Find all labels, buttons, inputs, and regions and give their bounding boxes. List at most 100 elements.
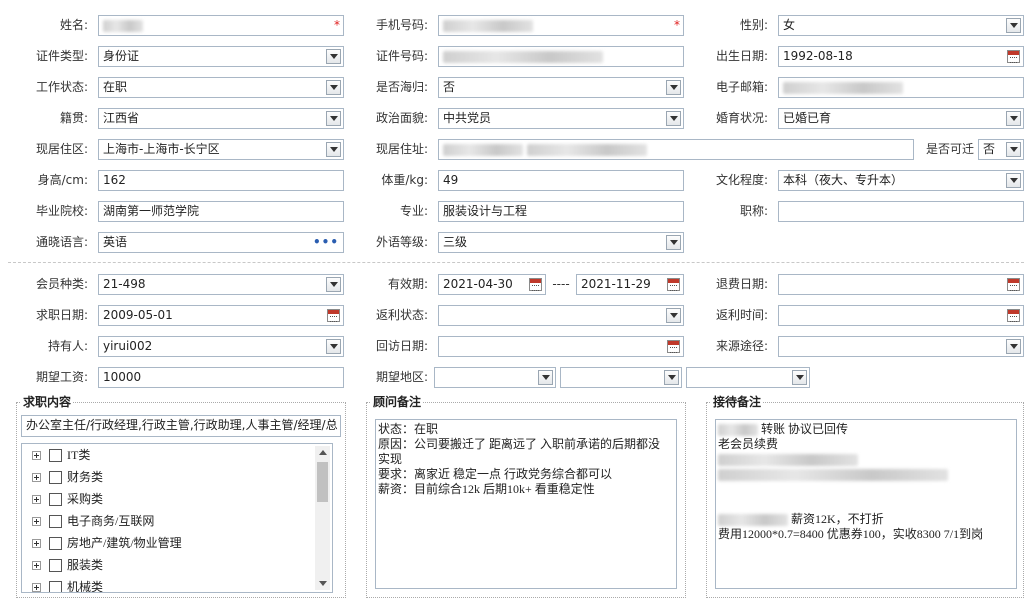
expand-icon[interactable]: [32, 516, 41, 526]
email-field[interactable]: [778, 77, 1024, 98]
reception-notes-title: 接待备注: [711, 395, 764, 409]
tree-item[interactable]: IT类: [32, 446, 90, 464]
major-field[interactable]: 服装设计与工程: [438, 201, 684, 222]
returnee-label: 是否海归:: [375, 80, 428, 94]
chevron-down-icon[interactable]: [666, 111, 681, 126]
title-field[interactable]: [778, 201, 1024, 222]
tree-item[interactable]: 采购类: [32, 490, 103, 508]
chevron-down-icon[interactable]: [326, 339, 341, 354]
chevron-down-icon[interactable]: [1006, 173, 1021, 188]
valid-to-field[interactable]: 2021-11-29: [576, 274, 684, 295]
reception-notes-textarea[interactable]: 转账 协议已回传 老会员续费 薪资12K，不打折 费用12000*0.7=840…: [715, 419, 1017, 589]
native-place-select[interactable]: 江西省: [98, 108, 344, 129]
checkbox[interactable]: [49, 448, 62, 462]
chevron-down-icon[interactable]: [1006, 339, 1021, 354]
calendar-icon[interactable]: [327, 309, 340, 322]
valid-from-field[interactable]: 2021-04-30: [438, 274, 546, 295]
region-province-select[interactable]: [434, 367, 556, 388]
expand-icon[interactable]: [32, 494, 41, 504]
lang-level-select[interactable]: 三级: [438, 232, 684, 253]
chevron-down-icon[interactable]: [538, 370, 553, 385]
rebate-time-field[interactable]: [778, 305, 1024, 326]
gender-label: 性别:: [739, 18, 768, 32]
chevron-down-icon[interactable]: [792, 370, 807, 385]
checkbox[interactable]: [49, 580, 62, 592]
school-field[interactable]: 湖南第一师范学院: [98, 201, 344, 222]
calendar-icon[interactable]: [529, 278, 542, 291]
chevron-down-icon[interactable]: [326, 80, 341, 95]
job-summary-field[interactable]: 办公室主任/行政经理,行政主管,行政助理,人事主管/经理/总: [21, 415, 341, 437]
name-field[interactable]: *: [98, 15, 344, 36]
tree-item[interactable]: 机械类: [32, 578, 103, 592]
visit-date-field[interactable]: [438, 336, 684, 357]
chevron-down-icon[interactable]: [666, 308, 681, 323]
expand-icon[interactable]: [32, 538, 41, 548]
major-label: 专业:: [399, 204, 428, 218]
vertical-scrollbar[interactable]: [315, 446, 330, 590]
chevron-down-icon[interactable]: [1006, 142, 1021, 157]
weight-field[interactable]: 49: [438, 170, 684, 191]
returnee-select[interactable]: 否: [438, 77, 684, 98]
work-status-select[interactable]: 在职: [98, 77, 344, 98]
expand-icon[interactable]: [32, 560, 41, 570]
height-field[interactable]: 162: [98, 170, 344, 191]
region-city-select[interactable]: [560, 367, 682, 388]
job-content-panel: 求职内容 办公室主任/行政经理,行政主管,行政助理,人事主管/经理/总 IT类 …: [16, 395, 346, 598]
job-date-field[interactable]: 2009-05-01: [98, 305, 344, 326]
required-mark: *: [334, 18, 340, 32]
language-field[interactable]: 英语 •••: [98, 232, 344, 253]
tree-item[interactable]: 服装类: [32, 556, 103, 574]
residence-area-select[interactable]: 上海市-上海市-长宁区: [98, 139, 344, 160]
chevron-down-icon[interactable]: [666, 235, 681, 250]
tree-item[interactable]: 电子商务/互联网: [32, 512, 154, 530]
calendar-icon[interactable]: [1007, 278, 1020, 291]
calendar-icon[interactable]: [1007, 309, 1020, 322]
chevron-down-icon[interactable]: [326, 277, 341, 292]
checkbox[interactable]: [49, 536, 62, 550]
advisor-notes-textarea[interactable]: 状态：在职 原因：公司要搬迁了 距离远了 入职前承诺的后期都没 实现 要求：离家…: [375, 419, 677, 589]
calendar-icon[interactable]: [667, 340, 680, 353]
scroll-up-icon[interactable]: [319, 450, 327, 455]
chevron-down-icon[interactable]: [326, 111, 341, 126]
checkbox[interactable]: [49, 558, 62, 572]
education-select[interactable]: 本科（夜大、专升本）: [778, 170, 1024, 191]
phone-field[interactable]: *: [438, 15, 684, 36]
rebate-status-select[interactable]: [438, 305, 684, 326]
gender-select[interactable]: 女: [778, 15, 1024, 36]
address-field[interactable]: [438, 139, 914, 160]
holder-select[interactable]: yirui002: [98, 336, 344, 357]
region-district-select[interactable]: [686, 367, 810, 388]
chevron-down-icon[interactable]: [326, 142, 341, 157]
checkbox[interactable]: [49, 492, 62, 506]
chevron-down-icon[interactable]: [1006, 111, 1021, 126]
member-type-select[interactable]: 21-498: [98, 274, 344, 295]
chevron-down-icon[interactable]: [664, 370, 679, 385]
redacted-address: [443, 143, 523, 156]
chevron-down-icon[interactable]: [326, 49, 341, 64]
calendar-icon[interactable]: [667, 278, 680, 291]
relocate-select[interactable]: 否: [978, 139, 1024, 160]
marital-select[interactable]: 已婚已育: [778, 108, 1024, 129]
id-number-field[interactable]: [438, 46, 684, 67]
chevron-down-icon[interactable]: [666, 80, 681, 95]
tree-item[interactable]: 房地产/建筑/物业管理: [32, 534, 182, 552]
checkbox[interactable]: [49, 514, 62, 528]
scroll-down-icon[interactable]: [319, 581, 327, 586]
id-type-select[interactable]: 身份证: [98, 46, 344, 67]
chevron-down-icon[interactable]: [1006, 18, 1021, 33]
refund-date-field[interactable]: [778, 274, 1024, 295]
political-select[interactable]: 中共党员: [438, 108, 684, 129]
calendar-icon[interactable]: [1007, 50, 1020, 63]
salary-field[interactable]: 10000: [98, 367, 344, 388]
lang-level-label: 外语等级:: [375, 235, 428, 249]
checkbox[interactable]: [49, 470, 62, 484]
source-select[interactable]: [778, 336, 1024, 357]
expand-icon[interactable]: [32, 472, 41, 482]
expand-icon[interactable]: [32, 450, 41, 460]
birth-date-field[interactable]: 1992-08-18: [778, 46, 1024, 67]
education-label: 文化程度:: [715, 173, 768, 187]
expand-icon[interactable]: [32, 582, 41, 592]
scroll-thumb[interactable]: [317, 462, 328, 502]
more-icon[interactable]: •••: [313, 233, 339, 252]
tree-item[interactable]: 财务类: [32, 468, 103, 486]
